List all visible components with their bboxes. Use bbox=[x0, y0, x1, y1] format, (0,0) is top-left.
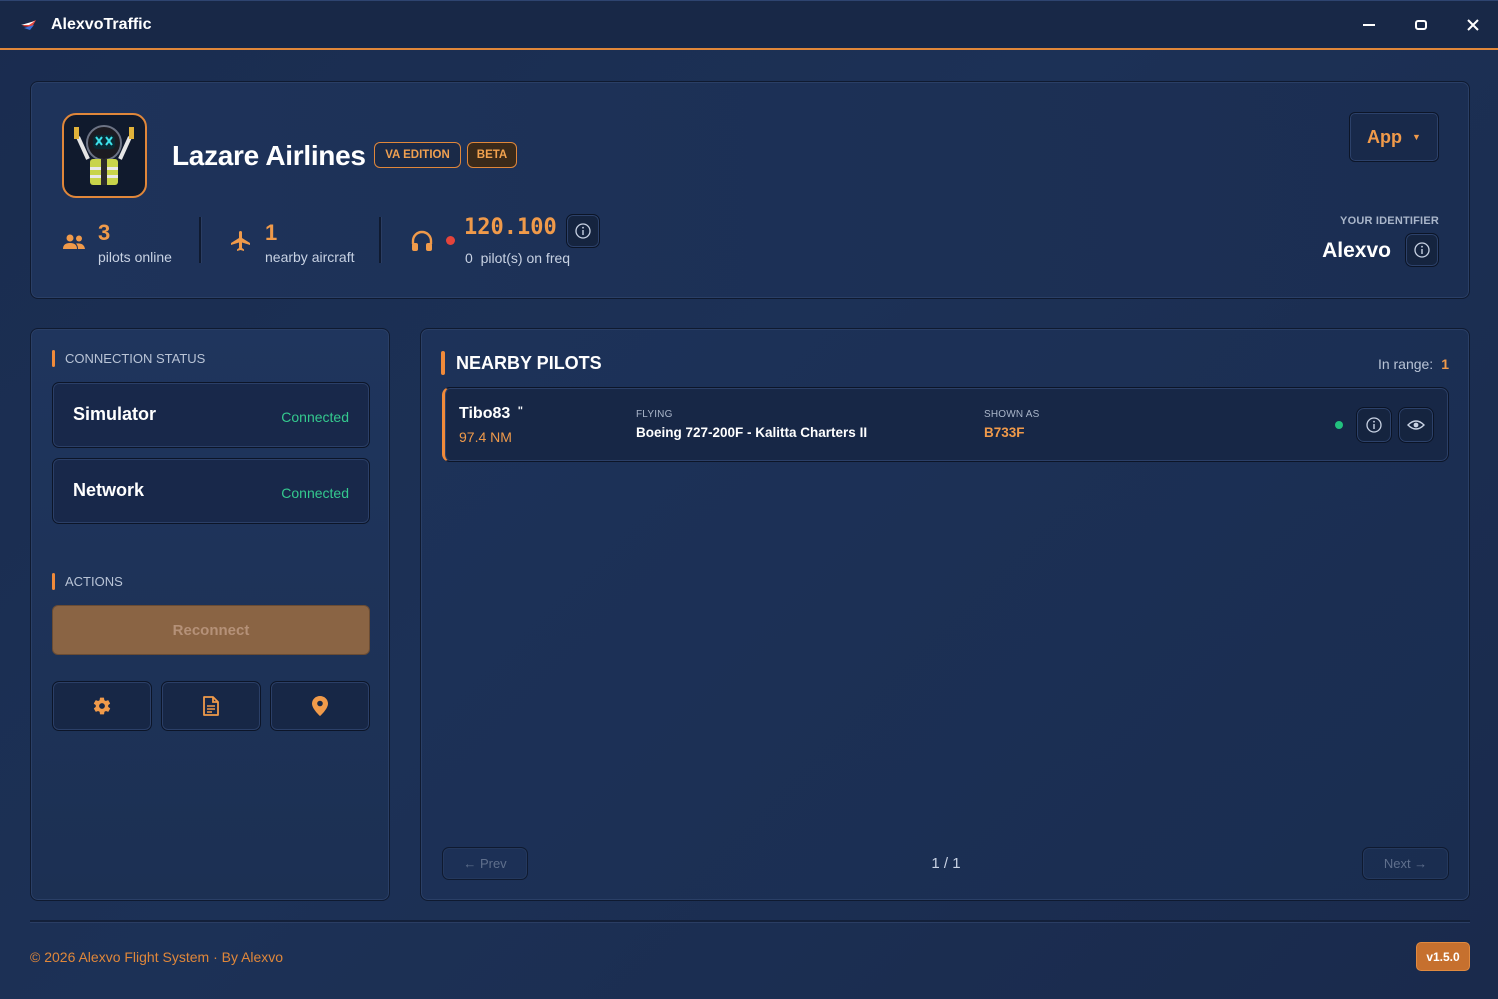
pilot-aircraft: Boeing 727-200F - Kalitta Charters II bbox=[636, 425, 868, 440]
nearby-pilots-heading: NEARBY PILOTS bbox=[441, 351, 602, 375]
freq-pilots-count: 0 bbox=[465, 250, 473, 266]
connection-panel: CONNECTION STATUS Simulator Connected Ne… bbox=[30, 328, 390, 901]
minimize-button[interactable] bbox=[1354, 11, 1384, 39]
pilot-row[interactable]: Tibo83 " 97.4 NM FLYING Boeing 727-200F … bbox=[442, 387, 1449, 462]
eye-icon bbox=[1407, 420, 1425, 430]
pilot-callsign: Tibo83 " bbox=[459, 405, 523, 423]
nearby-aircraft-count: 1 bbox=[265, 220, 278, 245]
edition-badge: VA EDITION bbox=[374, 142, 461, 168]
maximize-button[interactable] bbox=[1406, 11, 1436, 39]
simulator-status: Connected bbox=[281, 409, 349, 425]
info-icon bbox=[1366, 417, 1382, 433]
simulator-label: Simulator bbox=[73, 404, 157, 424]
app-logo-icon bbox=[21, 20, 36, 30]
page-indicator: 1 / 1 bbox=[931, 855, 961, 872]
network-label: Network bbox=[73, 480, 145, 500]
footer-divider bbox=[30, 920, 1470, 922]
header-panel: Lazare Airlines VA EDITION BETA App ▼ 3 … bbox=[30, 81, 1470, 299]
network-status: Connected bbox=[281, 485, 349, 501]
maximize-icon bbox=[1415, 20, 1427, 30]
stats-divider bbox=[199, 217, 201, 263]
pilot-distance: 97.4 NM bbox=[459, 429, 512, 445]
app-menu-label: App bbox=[1367, 126, 1403, 147]
minimize-icon bbox=[1363, 24, 1375, 26]
in-range-label: In range: bbox=[1377, 356, 1434, 372]
headset-icon bbox=[411, 230, 433, 251]
freq-pilots-label: pilot(s) on freq bbox=[480, 250, 571, 266]
info-icon bbox=[575, 223, 591, 239]
section-accent-bar bbox=[52, 573, 55, 590]
identifier-value: Alexvo bbox=[1322, 239, 1391, 262]
map-button[interactable] bbox=[270, 681, 370, 731]
network-status-card: Network Connected bbox=[52, 458, 370, 524]
freq-pilots-text: 0 pilot(s) on freq bbox=[465, 250, 570, 266]
pilot-callsign-mark: " bbox=[517, 405, 523, 417]
close-button[interactable] bbox=[1458, 11, 1488, 39]
close-icon bbox=[1467, 19, 1479, 31]
actions-title: ACTIONS bbox=[65, 574, 123, 589]
window-title: AlexvoTraffic bbox=[51, 16, 152, 33]
version-badge: v1.5.0 bbox=[1416, 942, 1470, 971]
map-pin-icon bbox=[312, 696, 328, 716]
next-page-button[interactable]: Next → bbox=[1362, 847, 1449, 880]
simulator-status-card: Simulator Connected bbox=[52, 382, 370, 448]
pilot-view-button[interactable] bbox=[1398, 407, 1434, 443]
pilot-info-button[interactable] bbox=[1356, 407, 1392, 443]
connection-status-heading: CONNECTION STATUS bbox=[52, 350, 205, 367]
in-range-count: 1 bbox=[1441, 356, 1449, 372]
shown-as-label: SHOWN AS bbox=[984, 409, 1040, 420]
info-icon bbox=[1414, 242, 1430, 258]
pilot-callsign-text: Tibo83 bbox=[459, 405, 511, 422]
prev-page-button[interactable]: ← Prev bbox=[442, 847, 528, 880]
pilots-online-label: pilots online bbox=[98, 249, 172, 265]
live-indicator bbox=[446, 236, 455, 245]
in-range-indicator: In range: 1 bbox=[1378, 356, 1449, 372]
nearby-aircraft-label: nearby aircraft bbox=[265, 249, 355, 265]
app-menu-button[interactable]: App ▼ bbox=[1349, 112, 1439, 162]
flying-label: FLYING bbox=[636, 409, 673, 420]
airplane-icon bbox=[231, 231, 250, 251]
gear-icon bbox=[93, 697, 111, 715]
section-accent-bar bbox=[52, 350, 55, 367]
connection-status-title: CONNECTION STATUS bbox=[65, 351, 206, 366]
va-name: Lazare Airlines bbox=[172, 140, 366, 171]
frequency-info-button[interactable] bbox=[566, 214, 600, 248]
title-bar: AlexvoTraffic bbox=[0, 0, 1498, 50]
nearby-pilots-title: NEARBY PILOTS bbox=[456, 352, 602, 373]
online-status-dot bbox=[1335, 421, 1343, 429]
frequency-value: 120.100 bbox=[464, 215, 557, 240]
settings-button[interactable] bbox=[52, 681, 152, 731]
pilots-online-count: 3 bbox=[98, 220, 111, 245]
identifier-label: YOUR IDENTIFIER bbox=[1340, 215, 1439, 227]
footer-copyright: © 2026 Alexvo Flight System · By Alexvo bbox=[30, 949, 284, 965]
nearby-pilots-panel: NEARBY PILOTS In range: 1 Tibo83 " 97.4 N… bbox=[420, 328, 1470, 901]
va-logo bbox=[62, 113, 147, 198]
beta-badge: BETA bbox=[467, 142, 517, 168]
pilot-shown-as: B733F bbox=[984, 425, 1025, 440]
actions-heading: ACTIONS bbox=[52, 573, 123, 590]
document-icon bbox=[203, 696, 219, 716]
section-accent-bar bbox=[441, 351, 445, 375]
reconnect-button[interactable]: Reconnect bbox=[52, 605, 370, 655]
identifier-info-button[interactable] bbox=[1405, 233, 1439, 267]
stats-divider bbox=[379, 217, 381, 263]
logs-button[interactable] bbox=[161, 681, 261, 731]
users-icon bbox=[63, 234, 85, 249]
caret-down-icon: ▼ bbox=[1412, 132, 1421, 142]
